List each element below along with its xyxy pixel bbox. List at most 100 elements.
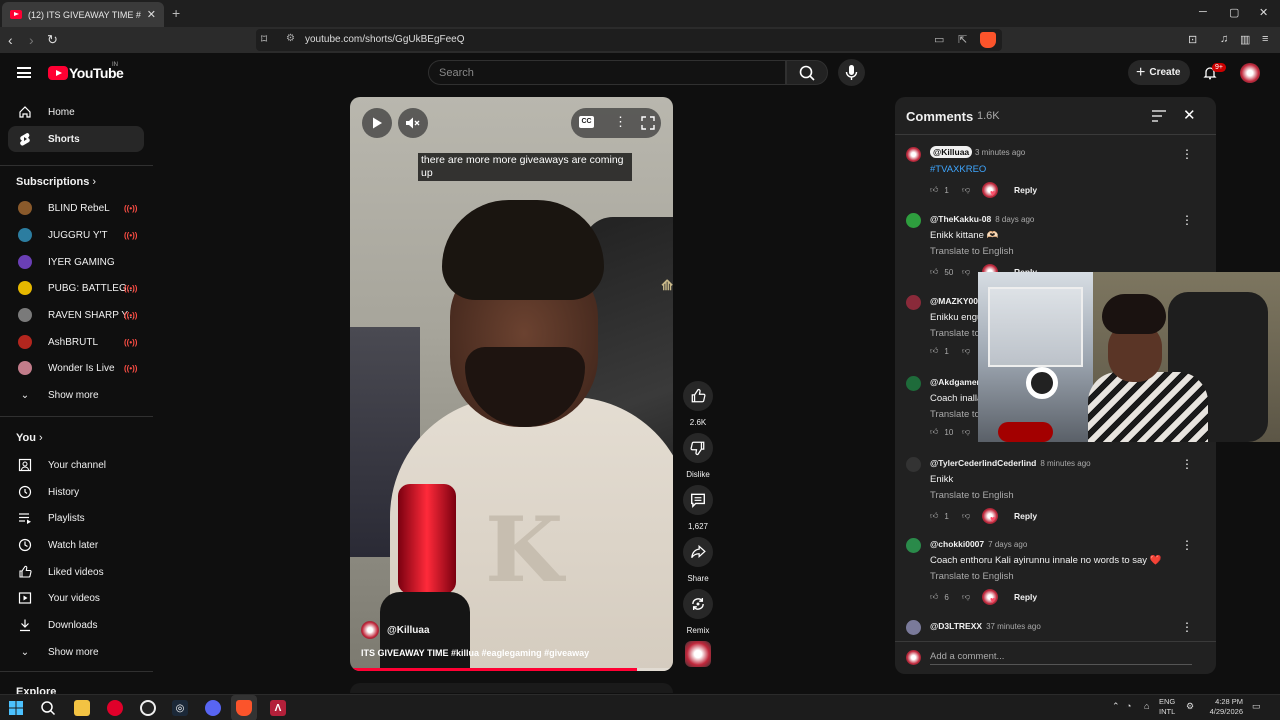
opera-icon[interactable] [107, 700, 123, 716]
sidebar-toggle-icon[interactable]: ▥ [1240, 33, 1250, 46]
comment-more-icon[interactable]: ⋮ [1181, 147, 1193, 161]
cast-icon[interactable]: ▭ [934, 33, 944, 46]
sidebar-item-shorts[interactable]: Shorts [8, 126, 144, 152]
brave-shield-icon[interactable] [980, 32, 996, 48]
video-progress-bar[interactable] [350, 668, 673, 671]
commenter-avatar[interactable] [906, 295, 921, 310]
subscription-item[interactable]: JUGGRU Y'T ((•)) [8, 222, 144, 248]
commenter-avatar[interactable] [906, 620, 921, 635]
comment-author[interactable]: @TheKakku-08 8 days ago [930, 214, 1034, 224]
comment-author[interactable]: @Akdgamer [930, 377, 980, 387]
subscription-item[interactable]: BLIND RebeL ((•)) [8, 195, 144, 221]
sidebar-item-liked-videos[interactable]: Liked videos [8, 559, 144, 585]
thumbs-down-icon[interactable]: 👎︎ [962, 185, 982, 195]
minimize-button[interactable]: ─ [1199, 6, 1207, 18]
comment-text[interactable]: #TVAXKREO [930, 164, 986, 175]
share-page-icon[interactable]: ⇱ [958, 33, 967, 46]
comment-more-icon[interactable]: ⋮ [1181, 213, 1193, 227]
comment-like-button[interactable]: 👍︎ 1 [930, 511, 962, 521]
url-bar[interactable]: ⌑ ⚙ youtube.com/shorts/GgUkBEgFeeQ ▭ ⇱ [256, 29, 1002, 51]
chrome-icon[interactable] [140, 700, 156, 716]
translate-link[interactable]: Translate to English [930, 571, 1014, 582]
site-info-icon[interactable]: ⚙ [286, 33, 295, 44]
dislike-action[interactable]: Dislike [682, 433, 714, 479]
language-indicator[interactable]: ENG INTL [1159, 697, 1175, 717]
system-clock[interactable]: 4:28 PM 4/29/2026 [1203, 697, 1243, 717]
dislike-button[interactable] [683, 433, 713, 463]
new-tab-button[interactable]: + [172, 5, 180, 21]
browser-tab[interactable]: (12) ITS GIVEAWAY TIME #killua ✕ [2, 2, 164, 27]
notification-center-icon[interactable]: ▭ [1252, 701, 1261, 712]
remix-action[interactable]: Remix [682, 589, 714, 635]
subscription-item[interactable]: AshBRUTL ((•)) [8, 329, 144, 355]
comment-more-icon[interactable]: ⋮ [1181, 538, 1193, 552]
comment-more-icon[interactable]: ⋮ [1181, 457, 1193, 471]
maximize-button[interactable]: ▢ [1229, 6, 1239, 19]
comment-like-button[interactable]: 👍︎ 6 [930, 592, 962, 602]
sidebar-item-home[interactable]: Home [8, 99, 144, 125]
hamburger-menu-icon[interactable] [17, 67, 31, 78]
create-button[interactable]: + Create [1128, 60, 1190, 85]
close-tab-icon[interactable]: ✕ [147, 8, 156, 21]
commenter-avatar[interactable] [906, 213, 921, 228]
thumbs-down-icon[interactable]: 👎︎ [962, 592, 982, 602]
media-icon[interactable]: ♫ [1220, 33, 1228, 45]
comment-like-button[interactable]: 👍︎ 1 [930, 185, 962, 195]
sidebar-item-your-videos[interactable]: Your videos [8, 585, 144, 611]
sidebar-item-your-channel[interactable]: Your channel [8, 452, 144, 478]
add-comment-input[interactable] [930, 649, 1192, 665]
comments-action[interactable]: 1,627 [682, 485, 714, 531]
comment-author[interactable]: @TylerCederlindCederlind 8 minutes ago [930, 458, 1091, 468]
close-comments-icon[interactable]: ✕ [1183, 106, 1196, 124]
reply-button[interactable]: Reply [1014, 592, 1037, 602]
search-button[interactable] [786, 60, 828, 85]
commenter-avatar[interactable] [906, 376, 921, 391]
commenter-avatar[interactable] [906, 147, 921, 162]
mute-button[interactable] [398, 108, 428, 138]
like-action[interactable]: 2.6K [682, 381, 714, 427]
account-avatar[interactable] [1240, 63, 1260, 83]
translate-link[interactable]: Translate to English [930, 490, 1014, 501]
audio-thumbnail[interactable] [685, 641, 711, 667]
brave-icon[interactable] [236, 700, 252, 716]
show-more-you[interactable]: ⌄ Show more [8, 639, 144, 665]
remix-button[interactable] [683, 589, 713, 619]
sidebar-item-history[interactable]: History [8, 479, 144, 505]
discord-icon[interactable] [205, 700, 221, 716]
file-explorer-icon[interactable] [74, 700, 90, 716]
channel-info[interactable]: @Killuaa [361, 621, 430, 639]
reload-icon[interactable]: ↻ [47, 32, 58, 48]
shorts-video-player[interactable]: ⟰ K CC ⋮ there are more more giveaways a… [350, 97, 673, 671]
captions-button[interactable]: CC [579, 116, 594, 128]
comment-like-button[interactable]: 👍︎ 50 [930, 267, 962, 277]
reply-button[interactable]: Reply [1014, 185, 1037, 195]
voice-search-button[interactable] [838, 59, 865, 86]
like-button[interactable] [683, 381, 713, 411]
steam-icon[interactable]: ◎ [172, 700, 188, 716]
comment-author[interactable]: @D3LTREXX 37 minutes ago [930, 621, 1041, 631]
comments-button[interactable] [683, 485, 713, 515]
subscriptions-heading[interactable]: Subscriptions › [16, 176, 96, 188]
play-button[interactable] [362, 108, 392, 138]
youtube-logo-icon[interactable] [48, 66, 68, 80]
comment-author[interactable]: @chokki0007 7 days ago [930, 539, 1027, 549]
search-input[interactable] [439, 64, 769, 82]
more-options-icon[interactable]: ⋮ [614, 114, 627, 130]
translate-link[interactable]: Translate to English [930, 246, 1014, 257]
comment-more-icon[interactable]: ⋮ [1181, 620, 1193, 634]
show-more-subscriptions[interactable]: ⌄ Show more [8, 382, 144, 408]
back-icon[interactable]: ‹ [8, 32, 13, 48]
thumbs-down-icon[interactable]: 👎︎ [962, 511, 982, 521]
you-heading[interactable]: You › [16, 432, 43, 444]
fullscreen-icon[interactable] [641, 116, 655, 130]
reply-button[interactable]: Reply [1014, 511, 1037, 521]
comment-author[interactable]: @MAZKY00 [930, 296, 978, 306]
app-icon[interactable]: Λ [270, 700, 286, 716]
subscription-item[interactable]: PUBG: BATTLEG... ((•)) [8, 275, 144, 301]
forward-icon[interactable]: › [29, 32, 34, 48]
screenshot-icon[interactable]: ⊡ [1188, 33, 1197, 46]
channel-avatar[interactable] [361, 621, 379, 639]
sidebar-item-downloads[interactable]: Downloads [8, 612, 144, 638]
commenter-avatar[interactable] [906, 457, 921, 472]
sidebar-item-playlists[interactable]: Playlists [8, 505, 144, 531]
